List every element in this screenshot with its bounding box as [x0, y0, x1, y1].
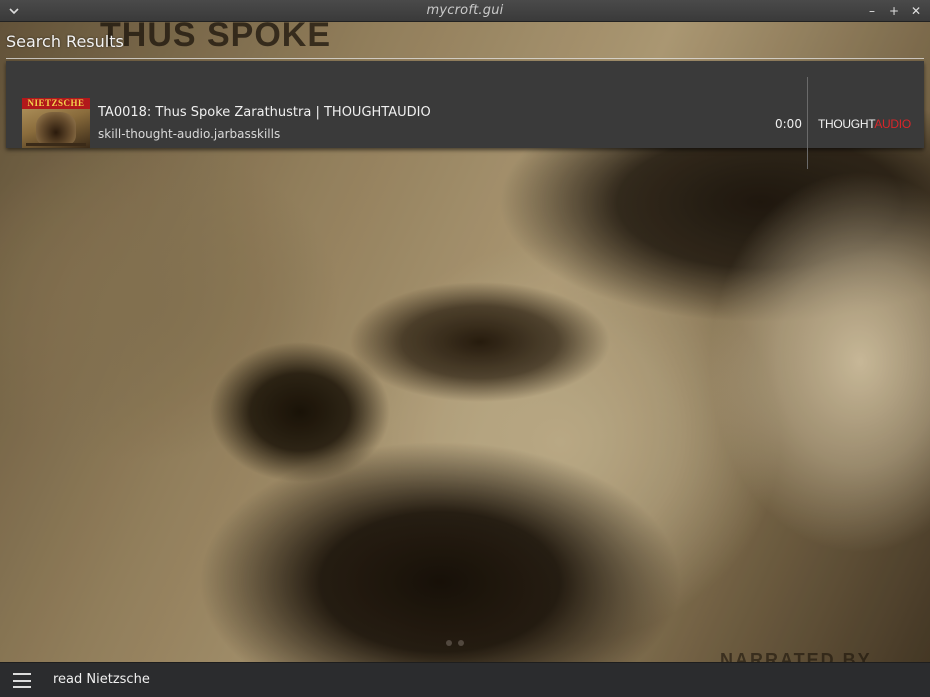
minimize-button[interactable]: – — [864, 3, 880, 19]
hamburger-line — [13, 679, 31, 682]
thumbnail-footer — [26, 143, 86, 146]
close-button[interactable]: ✕ — [908, 3, 924, 19]
search-result-card[interactable]: NIETZSCHE TA0018: Thus Spoke Zarathustra… — [6, 61, 924, 169]
thoughtaudio-logo: THOUGHTAUDIO — [818, 117, 911, 131]
thumbnail-portrait — [36, 112, 76, 146]
page-indicator — [446, 640, 464, 646]
logo-text-thought: THOUGHT — [818, 117, 875, 131]
maximize-button[interactable]: + — [886, 3, 902, 19]
utterance-text: read Nietzsche — [53, 672, 150, 687]
window-title: mycroft.gui — [426, 3, 504, 18]
thumbnail-banner: NIETZSCHE — [22, 98, 90, 109]
card-divider — [807, 77, 808, 169]
result-thumbnail: NIETZSCHE — [22, 98, 90, 148]
logo-text-audio: AUDIO — [874, 117, 911, 131]
result-title: TA0018: Thus Spoke Zarathustra | THOUGHT… — [98, 105, 431, 120]
page-title: Search Results — [6, 32, 124, 51]
hamburger-menu-icon[interactable] — [13, 673, 31, 688]
hamburger-line — [13, 686, 31, 688]
hamburger-line — [13, 673, 31, 675]
page-dot[interactable] — [458, 640, 464, 646]
chevron-down-icon[interactable] — [6, 3, 22, 19]
title-divider — [6, 58, 924, 59]
result-duration: 0:00 — [775, 117, 802, 131]
page-dot[interactable] — [446, 640, 452, 646]
window-controls: – + ✕ — [864, 3, 924, 19]
window-titlebar: mycroft.gui – + ✕ — [0, 0, 930, 22]
bottom-bar: read Nietzsche — [0, 662, 930, 697]
result-skill: skill-thought-audio.jarbasskills — [98, 127, 281, 141]
